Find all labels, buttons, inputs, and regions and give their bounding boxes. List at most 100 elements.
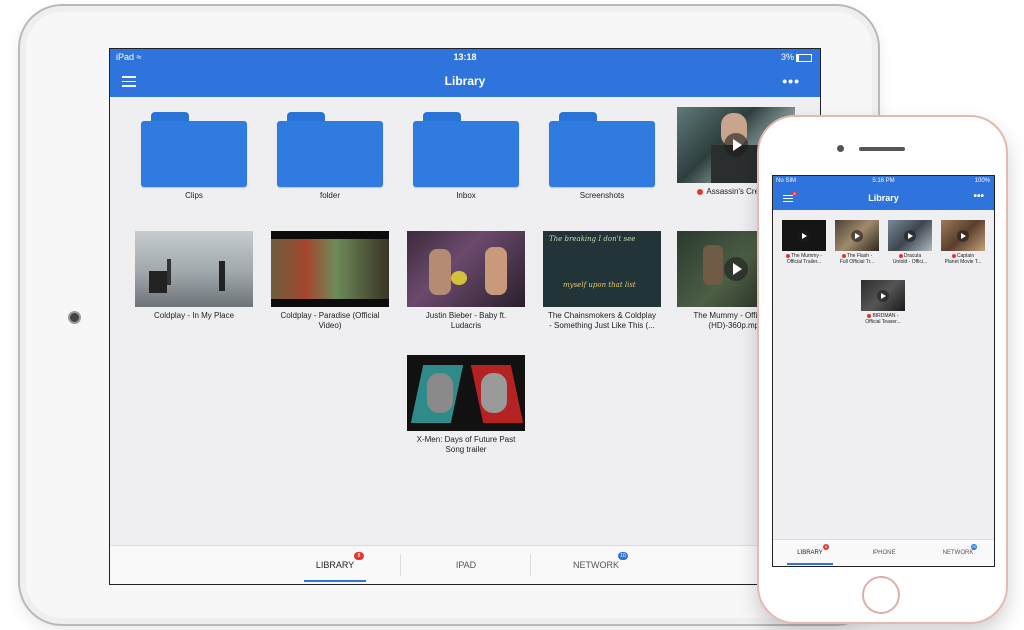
- tab-library-badge: 8: [354, 552, 364, 560]
- video-title-line2: Official Trailer...: [786, 259, 822, 265]
- video-thumbnail: [861, 280, 905, 311]
- folder-icon: [141, 112, 247, 187]
- video-thumbnail: [835, 220, 879, 251]
- video-label: The Mummy - Official Trailer...: [779, 253, 829, 265]
- video-the-mummy[interactable]: The Mummy - Official Trailer...: [779, 220, 829, 265]
- tab-iphone[interactable]: IPHONE: [861, 540, 907, 566]
- video-title-line2: Untold - Offici...: [892, 259, 928, 265]
- active-tab-indicator: [304, 580, 366, 582]
- video-the-flash[interactable]: The Flash - Full Official Tr...: [832, 220, 882, 265]
- new-indicator-dot: [951, 253, 956, 258]
- video-title-line2: Song trailer: [445, 445, 487, 454]
- folder-clips[interactable]: Clips: [134, 107, 254, 201]
- status-battery: 3%: [781, 52, 812, 62]
- thumbnail-caption-bottom: myself upon that list: [563, 281, 636, 289]
- status-time: 13:18: [453, 52, 477, 62]
- battery-icon: [796, 53, 812, 62]
- play-icon: [851, 229, 863, 242]
- video-label: Coldplay - In My Place: [153, 311, 235, 320]
- video-coldplay-in-my-place[interactable]: Coldplay - In My Place: [134, 231, 254, 321]
- play-icon: [724, 257, 748, 281]
- status-battery: 100%: [974, 178, 990, 184]
- tab-network[interactable]: NETWORK 10: [566, 546, 628, 584]
- more-options-icon[interactable]: •••: [782, 73, 800, 89]
- tab-network-label: NETWORK: [573, 560, 619, 570]
- folder-folder[interactable]: folder: [270, 107, 390, 201]
- new-indicator-dot: [898, 253, 903, 258]
- folder-icon: [277, 112, 383, 187]
- folder-label: Clips: [185, 191, 203, 200]
- video-title-line1: The Chainsmokers & Coldplay: [547, 311, 657, 320]
- video-justin-bieber-baby[interactable]: Justin Bieber - Baby ft. Ludacris: [406, 231, 526, 331]
- video-label: BIRDMAN - Official Teaser...: [858, 313, 908, 325]
- video-thumbnail: [782, 220, 826, 251]
- video-thumbnail: [941, 220, 985, 251]
- video-thumbnail: [407, 355, 525, 431]
- tab-library-badge: 8: [823, 544, 829, 550]
- video-thumbnail: [271, 231, 389, 307]
- video-birdman[interactable]: BIRDMAN - Official Teaser...: [858, 280, 908, 325]
- play-icon: [798, 229, 810, 242]
- tab-divider: [400, 554, 401, 576]
- play-icon: [877, 289, 889, 302]
- video-captain-planet[interactable]: Captain Planet Movie T...: [938, 220, 988, 265]
- video-label: The Chainsmokers & Coldplay - Something J…: [542, 311, 662, 331]
- iphone-speaker: [859, 147, 905, 151]
- page-title: Library: [868, 193, 899, 203]
- video-label: X-Men: Days of Future Past Song trailer: [406, 435, 526, 455]
- tab-library[interactable]: LIBRARY 8: [304, 546, 366, 584]
- play-icon: [904, 229, 916, 242]
- video-thumbnail: The breaking I don't see myself upon tha…: [543, 231, 661, 307]
- iphone-nav-bar: 8 Library •••: [773, 188, 994, 210]
- tab-library-label: LIBRARY: [315, 560, 355, 570]
- video-x-men[interactable]: X-Men: Days of Future Past Song trailer: [406, 355, 526, 455]
- more-options-icon[interactable]: •••: [973, 191, 984, 202]
- ipad-nav-bar: Library •••: [110, 65, 820, 97]
- video-label: Coldplay - Paradise (Official Video): [270, 311, 390, 331]
- ipad-screen: iPad ≈ 13:18 3% Library ••• Clips folder…: [109, 48, 821, 585]
- active-tab-indicator: [787, 563, 833, 565]
- video-thumbnail: [407, 231, 525, 307]
- tab-divider: [530, 554, 531, 576]
- video-title-line2: Ludacris: [450, 321, 482, 330]
- tab-library-label: LIBRARY: [797, 550, 823, 556]
- ipad-status-bar: iPad ≈ 13:18 3%: [110, 49, 820, 65]
- iphone-screen: No SIM 5:16 PM 100% 8 Library ••• The Mu…: [772, 175, 995, 567]
- ipad-device: iPad ≈ 13:18 3% Library ••• Clips folder…: [18, 4, 880, 626]
- home-button[interactable]: [862, 576, 900, 614]
- video-label: Captain Planet Movie T...: [938, 253, 988, 265]
- video-title-line2: - Something Just Like This (...: [549, 321, 655, 330]
- folder-label: Screenshots: [579, 191, 625, 200]
- video-thumbnail: [888, 220, 932, 251]
- iphone-status-bar: No SIM 5:16 PM 100%: [773, 176, 994, 188]
- tab-network-label: NETWORK: [942, 550, 974, 556]
- video-title-line2: Video): [318, 321, 342, 330]
- tab-network-badge: 20: [971, 544, 977, 550]
- video-title-line2: Full Official Tr...: [839, 259, 875, 265]
- status-time: 5:16 PM: [872, 178, 895, 184]
- video-title-line1: Coldplay - Paradise (Official: [280, 311, 380, 320]
- page-title: Library: [444, 74, 486, 88]
- tab-network[interactable]: NETWORK 20: [935, 540, 981, 566]
- iphone-tab-bar: LIBRARY 8 IPHONE NETWORK 20: [773, 539, 994, 566]
- folder-inbox[interactable]: Inbox: [406, 107, 526, 201]
- video-coldplay-paradise[interactable]: Coldplay - Paradise (Official Video): [270, 231, 390, 331]
- tab-library[interactable]: LIBRARY 8: [787, 540, 833, 566]
- video-title-line2: Official Teaser...: [865, 319, 901, 325]
- tab-iphone-label: IPHONE: [872, 550, 896, 556]
- folder-label: folder: [319, 191, 340, 200]
- video-title-line1: Justin Bieber - Baby ft.: [425, 311, 507, 320]
- folder-icon: [549, 112, 655, 187]
- new-indicator-dot: [867, 313, 872, 318]
- video-chainsmokers-coldplay[interactable]: The breaking I don't see myself upon tha…: [542, 231, 662, 331]
- ipad-tab-bar: LIBRARY 8 IPAD NETWORK 10: [110, 545, 820, 584]
- ipad-camera: [68, 311, 81, 324]
- tab-ipad[interactable]: IPAD: [436, 546, 496, 584]
- video-dracula-untold[interactable]: Dracula Untold - Offici...: [885, 220, 935, 265]
- folder-screenshots[interactable]: Screenshots: [542, 107, 662, 201]
- new-indicator-dot: [697, 188, 704, 195]
- video-label: The Flash - Full Official Tr...: [832, 253, 882, 265]
- play-icon: [724, 133, 748, 157]
- thumbnail-caption-top: The breaking I don't see: [549, 235, 636, 243]
- folder-label: Inbox: [456, 191, 476, 200]
